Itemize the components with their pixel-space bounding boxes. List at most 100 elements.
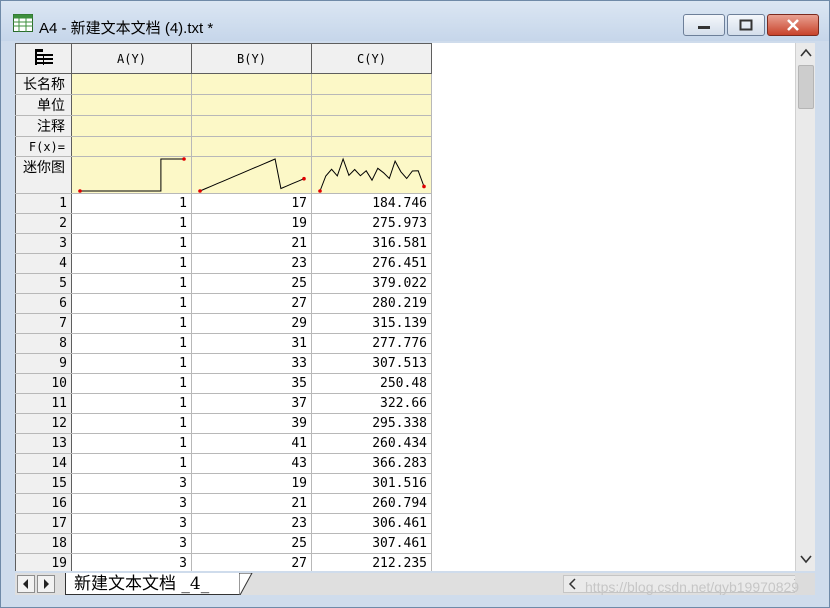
- cell-c[interactable]: 250.48: [311, 373, 432, 394]
- long-name-cell-b[interactable]: [191, 73, 312, 95]
- units-cell-b[interactable]: [191, 94, 312, 116]
- tab-prev-button[interactable]: [17, 575, 35, 593]
- formula-cell-b[interactable]: [191, 136, 312, 157]
- cell-b[interactable]: 23: [191, 513, 312, 534]
- sparkline-cell-c[interactable]: [311, 156, 432, 194]
- row-label-comments[interactable]: 注释: [15, 115, 72, 137]
- cell-b[interactable]: 17: [191, 193, 312, 214]
- comments-cell-b[interactable]: [191, 115, 312, 137]
- cell-c[interactable]: 379.022: [311, 273, 432, 294]
- cell-b[interactable]: 33: [191, 353, 312, 374]
- worksheet-grid[interactable]: A(Y) B(Y) C(Y) 长名称 单位 注释 F(x)= 迷你图 1 1 1…: [15, 43, 795, 571]
- sparkline-cell-b[interactable]: [191, 156, 312, 194]
- scroll-left-icon[interactable]: [566, 577, 580, 591]
- cell-c[interactable]: 306.461: [311, 513, 432, 534]
- cell-a[interactable]: 1: [71, 433, 192, 454]
- cell-a[interactable]: 3: [71, 553, 192, 571]
- cell-a[interactable]: 1: [71, 453, 192, 474]
- cell-b[interactable]: 21: [191, 493, 312, 514]
- row-number[interactable]: 6: [15, 293, 72, 314]
- formula-cell-a[interactable]: [71, 136, 192, 157]
- cell-b[interactable]: 39: [191, 413, 312, 434]
- cell-a[interactable]: 3: [71, 473, 192, 494]
- vertical-scroll-thumb[interactable]: [798, 65, 814, 109]
- cell-b[interactable]: 23: [191, 253, 312, 274]
- table-row[interactable]: 14 1 43 366.283: [15, 453, 432, 474]
- formula-cell-c[interactable]: [311, 136, 432, 157]
- cell-b[interactable]: 21: [191, 233, 312, 254]
- table-row[interactable]: 10 1 35 250.48: [15, 373, 432, 394]
- cell-a[interactable]: 1: [71, 413, 192, 434]
- cell-a[interactable]: 1: [71, 233, 192, 254]
- cell-a[interactable]: 1: [71, 313, 192, 334]
- cell-b[interactable]: 25: [191, 533, 312, 554]
- cell-c[interactable]: 316.581: [311, 233, 432, 254]
- cell-c[interactable]: 275.973: [311, 213, 432, 234]
- cell-a[interactable]: 1: [71, 393, 192, 414]
- table-row[interactable]: 4 1 23 276.451: [15, 253, 432, 274]
- cell-c[interactable]: 260.794: [311, 493, 432, 514]
- table-row[interactable]: 15 3 19 301.516: [15, 473, 432, 494]
- row-number[interactable]: 1: [15, 193, 72, 214]
- cell-c[interactable]: 184.746: [311, 193, 432, 214]
- close-button[interactable]: [767, 14, 819, 36]
- table-row[interactable]: 17 3 23 306.461: [15, 513, 432, 534]
- units-cell-c[interactable]: [311, 94, 432, 116]
- cell-b[interactable]: 19: [191, 213, 312, 234]
- cell-c[interactable]: 322.66: [311, 393, 432, 414]
- cell-a[interactable]: 3: [71, 513, 192, 534]
- row-number[interactable]: 14: [15, 453, 72, 474]
- select-all-corner[interactable]: [15, 43, 72, 74]
- row-label-units[interactable]: 单位: [15, 94, 72, 116]
- comments-cell-c[interactable]: [311, 115, 432, 137]
- cell-c[interactable]: 366.283: [311, 453, 432, 474]
- row-number[interactable]: 17: [15, 513, 72, 534]
- row-label-sparklines[interactable]: 迷你图: [15, 156, 72, 194]
- cell-c[interactable]: 277.776: [311, 333, 432, 354]
- row-number[interactable]: 15: [15, 473, 72, 494]
- row-number[interactable]: 9: [15, 353, 72, 374]
- cell-b[interactable]: 29: [191, 313, 312, 334]
- cell-c[interactable]: 212.235: [311, 553, 432, 571]
- table-row[interactable]: 9 1 33 307.513: [15, 353, 432, 374]
- sheet-tab[interactable]: 新建文本文档 _4_: [65, 573, 240, 595]
- row-number[interactable]: 19: [15, 553, 72, 571]
- row-number[interactable]: 16: [15, 493, 72, 514]
- row-number[interactable]: 7: [15, 313, 72, 334]
- comments-cell-a[interactable]: [71, 115, 192, 137]
- column-header-c[interactable]: C(Y): [311, 43, 432, 74]
- cell-a[interactable]: 3: [71, 533, 192, 554]
- table-row[interactable]: 19 3 27 212.235: [15, 553, 432, 571]
- cell-b[interactable]: 25: [191, 273, 312, 294]
- cell-c[interactable]: 260.434: [311, 433, 432, 454]
- long-name-cell-c[interactable]: [311, 73, 432, 95]
- cell-a[interactable]: 1: [71, 253, 192, 274]
- row-label-formula[interactable]: F(x)=: [15, 136, 72, 157]
- row-number[interactable]: 3: [15, 233, 72, 254]
- cell-a[interactable]: 1: [71, 273, 192, 294]
- table-row[interactable]: 16 3 21 260.794: [15, 493, 432, 514]
- cell-c[interactable]: 301.516: [311, 473, 432, 494]
- title-bar[interactable]: A4 - 新建文本文档 (4).txt *: [1, 1, 829, 41]
- row-label-long-name[interactable]: 长名称: [15, 73, 72, 95]
- cell-b[interactable]: 27: [191, 553, 312, 571]
- scroll-up-icon[interactable]: [796, 45, 816, 61]
- cell-b[interactable]: 37: [191, 393, 312, 414]
- cell-a[interactable]: 3: [71, 493, 192, 514]
- column-header-a[interactable]: A(Y): [71, 43, 192, 74]
- cell-a[interactable]: 1: [71, 333, 192, 354]
- table-row[interactable]: 7 1 29 315.139: [15, 313, 432, 334]
- table-row[interactable]: 6 1 27 280.219: [15, 293, 432, 314]
- cell-c[interactable]: 315.139: [311, 313, 432, 334]
- row-number[interactable]: 11: [15, 393, 72, 414]
- cell-a[interactable]: 1: [71, 213, 192, 234]
- long-name-cell-a[interactable]: [71, 73, 192, 95]
- table-row[interactable]: 8 1 31 277.776: [15, 333, 432, 354]
- table-row[interactable]: 12 1 39 295.338: [15, 413, 432, 434]
- table-row[interactable]: 3 1 21 316.581: [15, 233, 432, 254]
- cell-b[interactable]: 27: [191, 293, 312, 314]
- cell-b[interactable]: 41: [191, 433, 312, 454]
- cell-c[interactable]: 276.451: [311, 253, 432, 274]
- row-number[interactable]: 13: [15, 433, 72, 454]
- cell-a[interactable]: 1: [71, 293, 192, 314]
